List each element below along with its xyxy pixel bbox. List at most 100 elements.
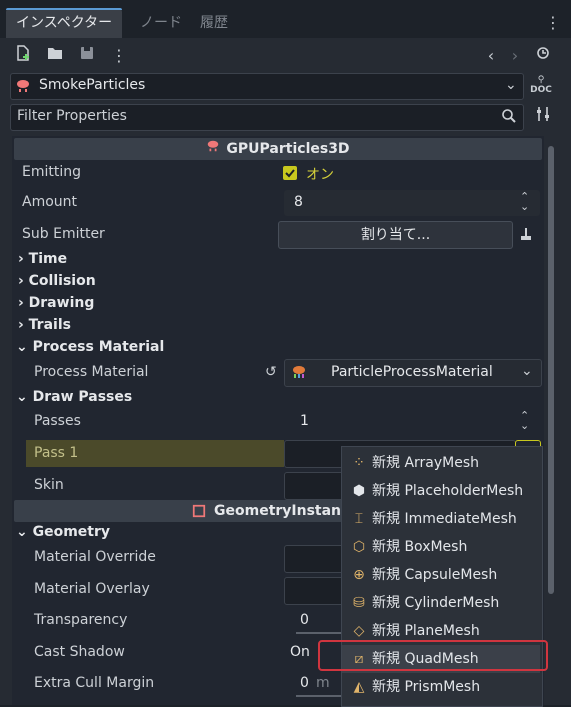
menu-item-label: 新規 BoxMesh [372,539,468,555]
section-draw-passes[interactable]: ⌄ Draw Passes [16,389,132,405]
extra-cull-margin-label: Extra Cull Margin [34,675,155,691]
chevron-down-icon: ⌄ [16,389,28,405]
dock-tab-bar: インスペクター ノード 履歴 ⋮ [0,0,571,38]
section-time-label: Time [28,251,68,267]
doc-icon[interactable]: ⚲ DOC [530,75,552,97]
array-mesh-icon: ⁘ [353,455,365,471]
transparency-value: 0 [300,612,309,628]
inspector-scrollbar[interactable] [548,146,554,594]
section-process-material[interactable]: ⌄ Process Material [16,339,164,355]
menu-item-label: 新規 PlaneMesh [372,623,480,639]
extra-cull-margin-slider[interactable]: 0 m [284,671,344,697]
assign-sub-emitter-button[interactable]: 割り当て... [278,221,513,249]
section-drawing[interactable]: › Drawing [18,295,94,311]
filter-settings-icon[interactable] [532,106,554,128]
menu-item-label: 新規 PrismMesh [372,679,481,695]
immediate-mesh-icon: ⌶ [354,511,364,527]
menu-item-label: 新規 ArrayMesh [372,455,480,471]
history-back-icon[interactable]: ‹ [480,45,502,67]
slider-track [296,632,344,634]
cast-shadow-label: Cast Shadow [34,644,125,660]
section-collision-label: Collision [28,273,96,289]
extra-cull-value: 0 [300,675,309,691]
menu-item-immediate-mesh[interactable]: ⌶ 新規 ImmediateMesh [350,505,517,533]
chevron-right-icon: › [18,295,24,311]
filter-properties-input[interactable]: Filter Properties [10,104,524,131]
amount-label: Amount [22,194,78,210]
highlight-box [318,640,548,671]
revert-icon[interactable]: ↺ [265,364,277,380]
section-draw-passes-label: Draw Passes [32,389,133,405]
menu-item-prism-mesh[interactable]: ◭ 新規 PrismMesh [350,673,480,701]
menu-item-capsule-mesh[interactable]: ⊕ 新規 CapsuleMesh [350,561,497,589]
spin-arrows-icon[interactable]: ⌃ ⌄ [520,191,529,212]
search-icon [501,108,517,128]
new-resource-icon[interactable] [12,45,34,67]
dock-menu-icon[interactable]: ⋮ [542,12,564,34]
menu-item-label: 新規 CapsuleMesh [372,567,498,583]
menu-item-placeholder-mesh[interactable]: ⬢ 新規 PlaceholderMesh [350,477,523,505]
tab-node[interactable]: ノード [140,8,182,38]
transparency-label: Transparency [34,612,128,628]
chevron-down-icon: ⌄ [16,524,28,540]
section-collision[interactable]: › Collision [18,273,96,289]
menu-item-cylinder-mesh[interactable]: ⛁ 新規 CylinderMesh [350,589,499,617]
chevron-down-icon: ⌄ [505,77,517,93]
chevron-down-icon: ⌄ [16,339,28,355]
chevron-right-icon: › [18,251,24,267]
select-node-icon[interactable] [518,226,534,246]
object-name: SmokeParticles [39,77,146,93]
more-options-icon[interactable]: ⋮ [108,45,130,67]
menu-item-array-mesh[interactable]: ⁘ 新規 ArrayMesh [350,449,479,477]
prism-mesh-icon: ◭ [353,679,365,695]
section-trails[interactable]: › Trails [18,317,71,333]
tab-inspector[interactable]: インスペクター [6,8,123,38]
gpu-particles-icon [206,138,220,160]
open-folder-icon[interactable] [44,45,66,67]
menu-item-label: 新規 ImmediateMesh [372,511,517,527]
cylinder-mesh-icon: ⛁ [353,595,365,611]
material-override-label: Material Override [34,549,156,565]
menu-item-box-mesh[interactable]: ⬡ 新規 BoxMesh [350,533,467,561]
passes-label: Passes [34,413,81,429]
box-mesh-icon: ⬡ [352,539,366,555]
history-menu-icon[interactable] [532,45,554,67]
transparency-slider[interactable]: 0 [284,608,344,634]
save-icon[interactable] [76,45,98,67]
process-material-resource[interactable]: ParticleProcessMaterial ⌄ [284,359,542,387]
history-forward-icon[interactable]: › [504,45,526,67]
emitting-checkbox[interactable] [283,166,297,180]
section-geometry-label: Geometry [32,524,111,540]
particle-process-material-icon [291,364,307,384]
section-geometry[interactable]: ⌄ Geometry [16,524,110,540]
class-header: GPUParticles3D [14,138,542,160]
chevron-right-icon: › [18,273,24,289]
process-material-label: Process Material [34,364,149,380]
cast-shadow-value[interactable]: On [290,644,310,660]
spin-arrows-icon[interactable]: ⌃ ⌄ [520,410,529,431]
section-drawing-label: Drawing [28,295,95,311]
placeholder-mesh-icon: ⬢ [352,483,366,499]
menu-item-label: 新規 PlaceholderMesh [372,483,524,499]
material-overlay-label: Material Overlay [34,581,150,597]
menu-item-label: 新規 CylinderMesh [372,595,500,611]
skin-label: Skin [34,477,64,493]
object-selector[interactable]: SmokeParticles ⌄ [10,73,524,100]
extra-cull-unit: m [316,675,330,691]
chevron-down-icon: ⌄ [521,363,533,379]
geometry-instance-icon [192,500,206,522]
emitting-label: Emitting [22,164,82,180]
section-trails-label: Trails [28,317,71,333]
section-time[interactable]: › Time [18,251,67,267]
section-process-material-label: Process Material [32,339,165,355]
sub-emitter-label: Sub Emitter [22,226,105,242]
gpu-particles-icon [15,78,31,98]
capsule-mesh-icon: ⊕ [353,567,365,583]
filter-placeholder: Filter Properties [17,108,127,124]
tab-history[interactable]: 履歴 [200,8,228,38]
class-name: GPUParticles3D [226,141,350,157]
amount-spinbox[interactable]: 8 ⌃ ⌄ [284,190,540,216]
passes-spinbox[interactable]: 1 ⌃ ⌄ [284,409,540,435]
pass1-label: Pass 1 [34,445,79,461]
emitting-value: オン [306,167,334,183]
